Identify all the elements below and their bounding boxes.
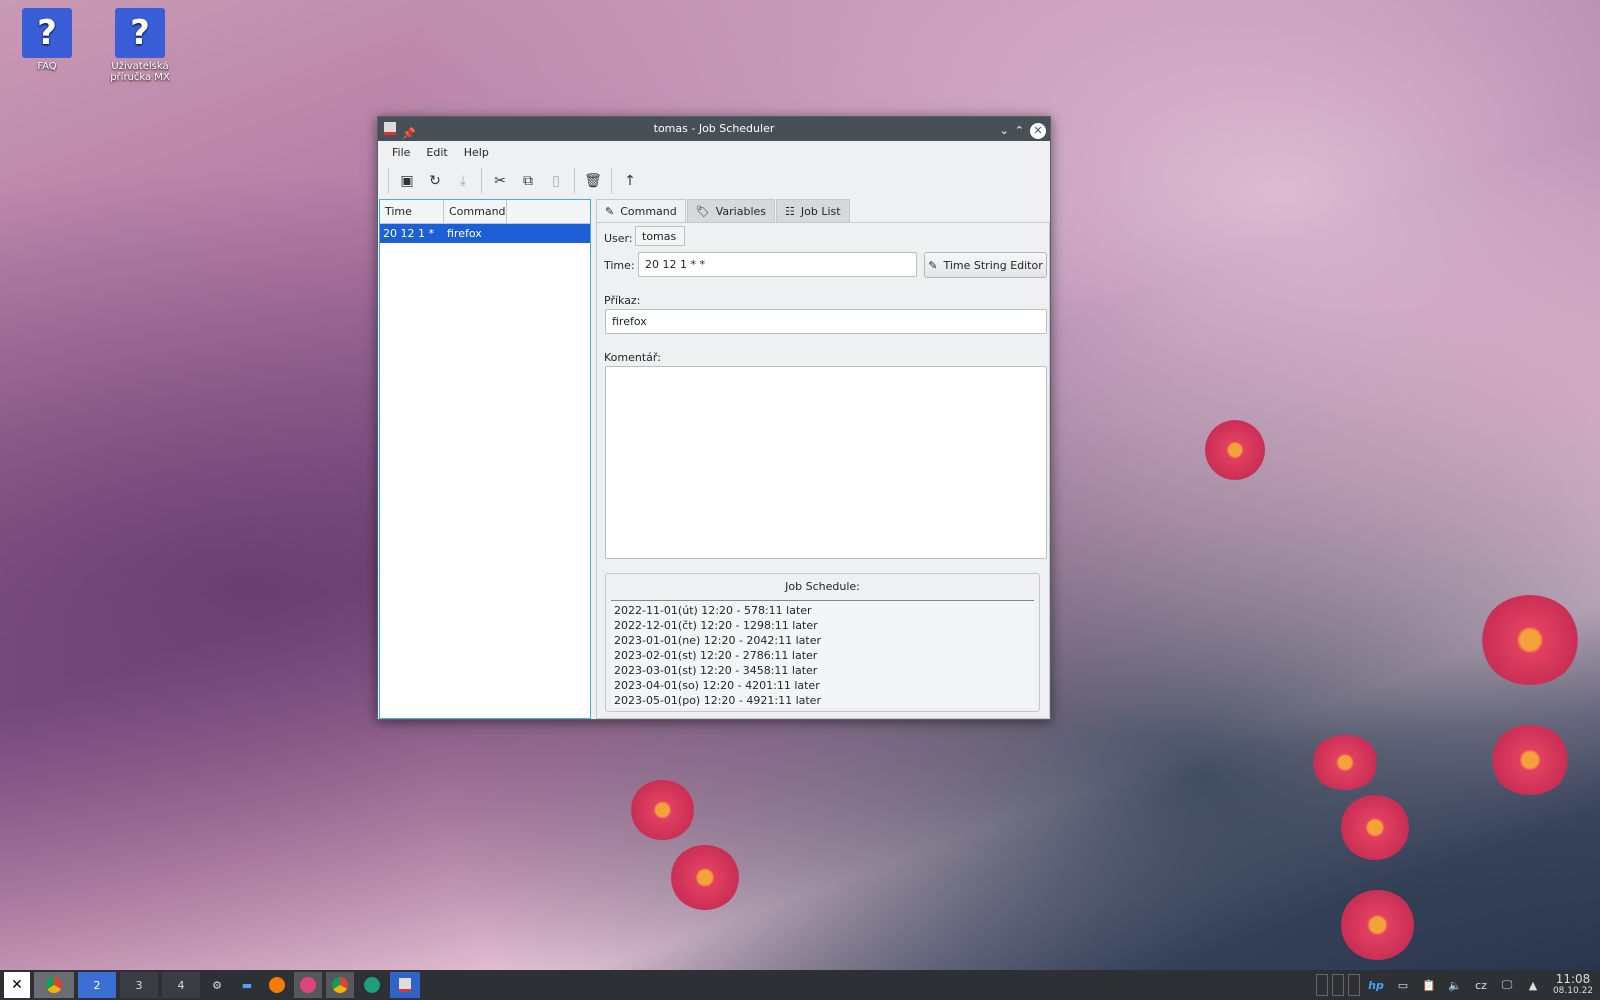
- display-icon[interactable]: 🖵: [1496, 972, 1518, 998]
- maximize-icon[interactable]: ⌃: [1015, 119, 1024, 143]
- job-list[interactable]: Time Command 20 12 1 * * firefox: [379, 199, 591, 719]
- column-time[interactable]: Time: [380, 200, 444, 223]
- tab-bar: ✎ Command 🏷 Variables ☷ Job List: [596, 199, 851, 224]
- table-row[interactable]: 20 12 1 * * firefox: [380, 224, 590, 259]
- job-schedule-group: Job Schedule: 2022-11-01(út) 12:20 - 578…: [605, 573, 1040, 712]
- pager-desktop[interactable]: [1348, 974, 1360, 996]
- toolbar: ▣ ↻ ⤓ ✂ ⧉ ▯ 🗑 ↑: [384, 165, 644, 197]
- tag-icon: 🏷: [695, 204, 710, 218]
- tray-expand-icon[interactable]: ▲: [1522, 972, 1544, 998]
- download-icon: [300, 977, 316, 993]
- clipboard-icon[interactable]: 📋: [1418, 972, 1440, 998]
- wallpaper-flower: [1340, 795, 1410, 860]
- save-icon[interactable]: ⤓: [449, 167, 477, 195]
- command-label: Příkaz:: [604, 294, 641, 307]
- workspace-2[interactable]: 2: [78, 972, 116, 998]
- close-icon[interactable]: ✕: [1030, 123, 1046, 139]
- job-schedule-list[interactable]: 2022-11-01(út) 12:20 - 578:11 later 2022…: [611, 600, 1034, 708]
- desktop-icon-manual[interactable]: ? Uživatelská příručka MX: [110, 8, 170, 83]
- keyboard-layout[interactable]: cz: [1470, 972, 1492, 998]
- pager-desktop[interactable]: [1316, 974, 1328, 996]
- row-command: firefox: [447, 227, 482, 240]
- pencil-icon: ✎: [605, 205, 615, 218]
- task-job-scheduler[interactable]: [390, 972, 420, 998]
- clock[interactable]: 11:08 08.10.22: [1548, 972, 1598, 998]
- paste-icon[interactable]: ▯: [542, 167, 570, 195]
- menu-edit[interactable]: Edit: [418, 143, 455, 162]
- minimize-icon[interactable]: ⌄: [1000, 119, 1009, 143]
- time-input[interactable]: 20 12 1 * *: [638, 252, 917, 277]
- job-schedule-title: Job Schedule:: [785, 580, 860, 593]
- task-downloader[interactable]: [294, 972, 322, 998]
- start-menu-icon[interactable]: ✕: [4, 972, 30, 998]
- wallpaper-flower: [1340, 890, 1415, 960]
- list-item: 2023-02-01(st) 12:20 - 2786:11 later: [614, 649, 818, 662]
- help-icon: ?: [22, 8, 72, 58]
- chrome-icon: [46, 977, 62, 993]
- workspace-3[interactable]: 3: [120, 972, 158, 998]
- firefox-icon[interactable]: [264, 972, 290, 998]
- wallpaper-flower: [1490, 725, 1570, 795]
- wallpaper-flower: [670, 845, 740, 910]
- hp-icon[interactable]: hp: [1364, 972, 1388, 998]
- file-manager-icon[interactable]: ▬: [234, 972, 260, 998]
- up-arrow-icon[interactable]: ↑: [616, 167, 644, 195]
- list-item: 2023-01-01(ne) 12:20 - 2042:11 later: [614, 634, 822, 647]
- list-icon: ☷: [785, 204, 795, 218]
- user-field: tomas: [635, 226, 685, 246]
- settings-launcher-icon[interactable]: ⚙: [204, 972, 230, 998]
- network-icon[interactable]: ▭: [1392, 972, 1414, 998]
- comment-textarea[interactable]: [605, 366, 1047, 559]
- app-icon: [384, 122, 396, 135]
- task-chrome-2[interactable]: [326, 972, 354, 998]
- job-scheduler-window: 📌 tomas - Job Scheduler ⌄ ⌃ ✕ File Edit He…: [377, 116, 1051, 720]
- pager-desktop[interactable]: [1332, 974, 1344, 996]
- job-scheduler-icon: [399, 978, 411, 992]
- title-bar[interactable]: 📌 tomas - Job Scheduler ⌄ ⌃ ✕: [378, 117, 1050, 141]
- user-label: User:: [604, 232, 633, 245]
- clock-date: 08.10.22: [1552, 986, 1594, 996]
- chrome-icon: [332, 977, 348, 993]
- wallpaper-flower: [630, 780, 695, 840]
- task-chrome[interactable]: [34, 972, 74, 998]
- wallpaper-flower: [1310, 735, 1380, 790]
- row-time: 20 12 1 * *: [383, 227, 434, 259]
- column-command[interactable]: Command: [444, 200, 507, 223]
- list-item: 2023-04-01(so) 12:20 - 4201:11 later: [614, 679, 820, 692]
- workspace-4[interactable]: 4: [162, 972, 200, 998]
- wallpaper-flower: [1205, 420, 1265, 480]
- delete-icon[interactable]: 🗑: [579, 167, 607, 195]
- desktop-icon-faq[interactable]: ? FAQ: [17, 8, 77, 72]
- wallpaper-flower: [1480, 595, 1580, 685]
- comment-label: Komentář:: [604, 351, 661, 364]
- list-item: 2022-12-01(čt) 12:20 - 1298:11 later: [614, 619, 818, 632]
- list-item: 2023-03-01(st) 12:20 - 3458:11 later: [614, 664, 818, 677]
- pencil-icon: ✎: [928, 258, 938, 272]
- tab-variables[interactable]: 🏷 Variables: [686, 199, 776, 223]
- reload-icon[interactable]: ↻: [421, 167, 449, 195]
- copy-icon[interactable]: ⧉: [514, 167, 542, 195]
- tab-job-list[interactable]: ☷ Job List: [776, 199, 850, 223]
- app-icon: [364, 977, 380, 993]
- taskbar: ✕ 2 3 4 ⚙ ▬ hp ▭ 📋 🔈 cz 🖵 ▲ 11:08 08.10.…: [0, 970, 1600, 1000]
- list-item: 2022-11-01(út) 12:20 - 578:11 later: [614, 604, 812, 617]
- new-job-icon[interactable]: ▣: [393, 167, 421, 195]
- time-label: Time:: [604, 259, 635, 272]
- clock-time: 11:08: [1555, 972, 1591, 986]
- menu-bar: File Edit Help: [384, 143, 497, 162]
- cut-icon[interactable]: ✂: [486, 167, 514, 195]
- task-app[interactable]: [358, 972, 386, 998]
- help-icon: ?: [115, 8, 165, 58]
- window-title: tomas - Job Scheduler: [653, 122, 775, 135]
- list-item: 2023-05-01(po) 12:20 - 4921:11 later: [614, 694, 821, 707]
- volume-icon[interactable]: 🔈: [1444, 972, 1466, 998]
- time-string-editor-button[interactable]: ✎ Time String Editor: [924, 252, 1047, 278]
- tab-command[interactable]: ✎ Command: [596, 199, 686, 224]
- list-header: Time Command: [380, 200, 590, 224]
- command-panel: User: tomas Time: 20 12 1 * * ✎ Time Stri…: [596, 222, 1050, 719]
- command-input[interactable]: firefox: [605, 309, 1047, 334]
- menu-help[interactable]: Help: [456, 143, 497, 162]
- menu-file[interactable]: File: [384, 143, 418, 162]
